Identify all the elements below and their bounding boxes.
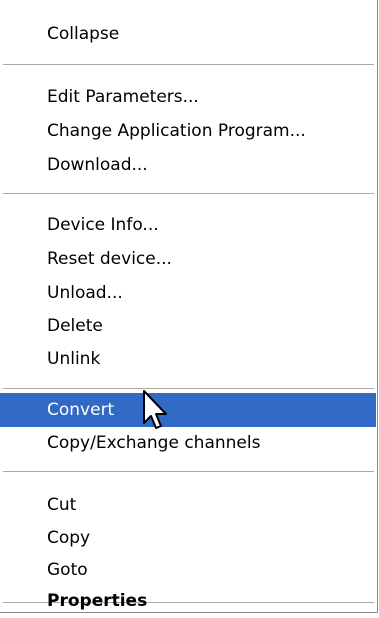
menu-separator xyxy=(3,193,374,194)
menu-item-convert[interactable]: Convert xyxy=(0,393,376,427)
menu-item-goto[interactable]: Goto xyxy=(0,553,376,587)
menu-item-unlink[interactable]: Unlink xyxy=(0,342,376,376)
menu-separator xyxy=(3,388,374,389)
menu-item-delete[interactable]: Delete xyxy=(0,309,376,343)
menu-item-copy-exchange-channels[interactable]: Copy/Exchange channels xyxy=(0,426,376,460)
arrow-pointer-icon xyxy=(143,390,167,429)
menu-item-cut[interactable]: Cut xyxy=(0,488,376,522)
menu-item-collapse[interactable]: Collapse xyxy=(0,17,376,51)
menu-item-properties[interactable]: Properties xyxy=(0,584,376,618)
menu-item-change-application-program[interactable]: Change Application Program... xyxy=(0,114,376,148)
menu-item-reset-device[interactable]: Reset device... xyxy=(0,242,376,276)
menu-separator xyxy=(3,64,374,65)
menu-item-edit-parameters[interactable]: Edit Parameters... xyxy=(0,80,376,114)
menu-item-copy[interactable]: Copy xyxy=(0,521,376,555)
menu-item-device-info[interactable]: Device Info... xyxy=(0,208,376,242)
menu-separator xyxy=(3,471,374,472)
menu-item-unload[interactable]: Unload... xyxy=(0,276,376,310)
menu-item-download[interactable]: Download... xyxy=(0,148,376,182)
context-menu: Collapse Edit Parameters... Change Appli… xyxy=(0,0,378,613)
